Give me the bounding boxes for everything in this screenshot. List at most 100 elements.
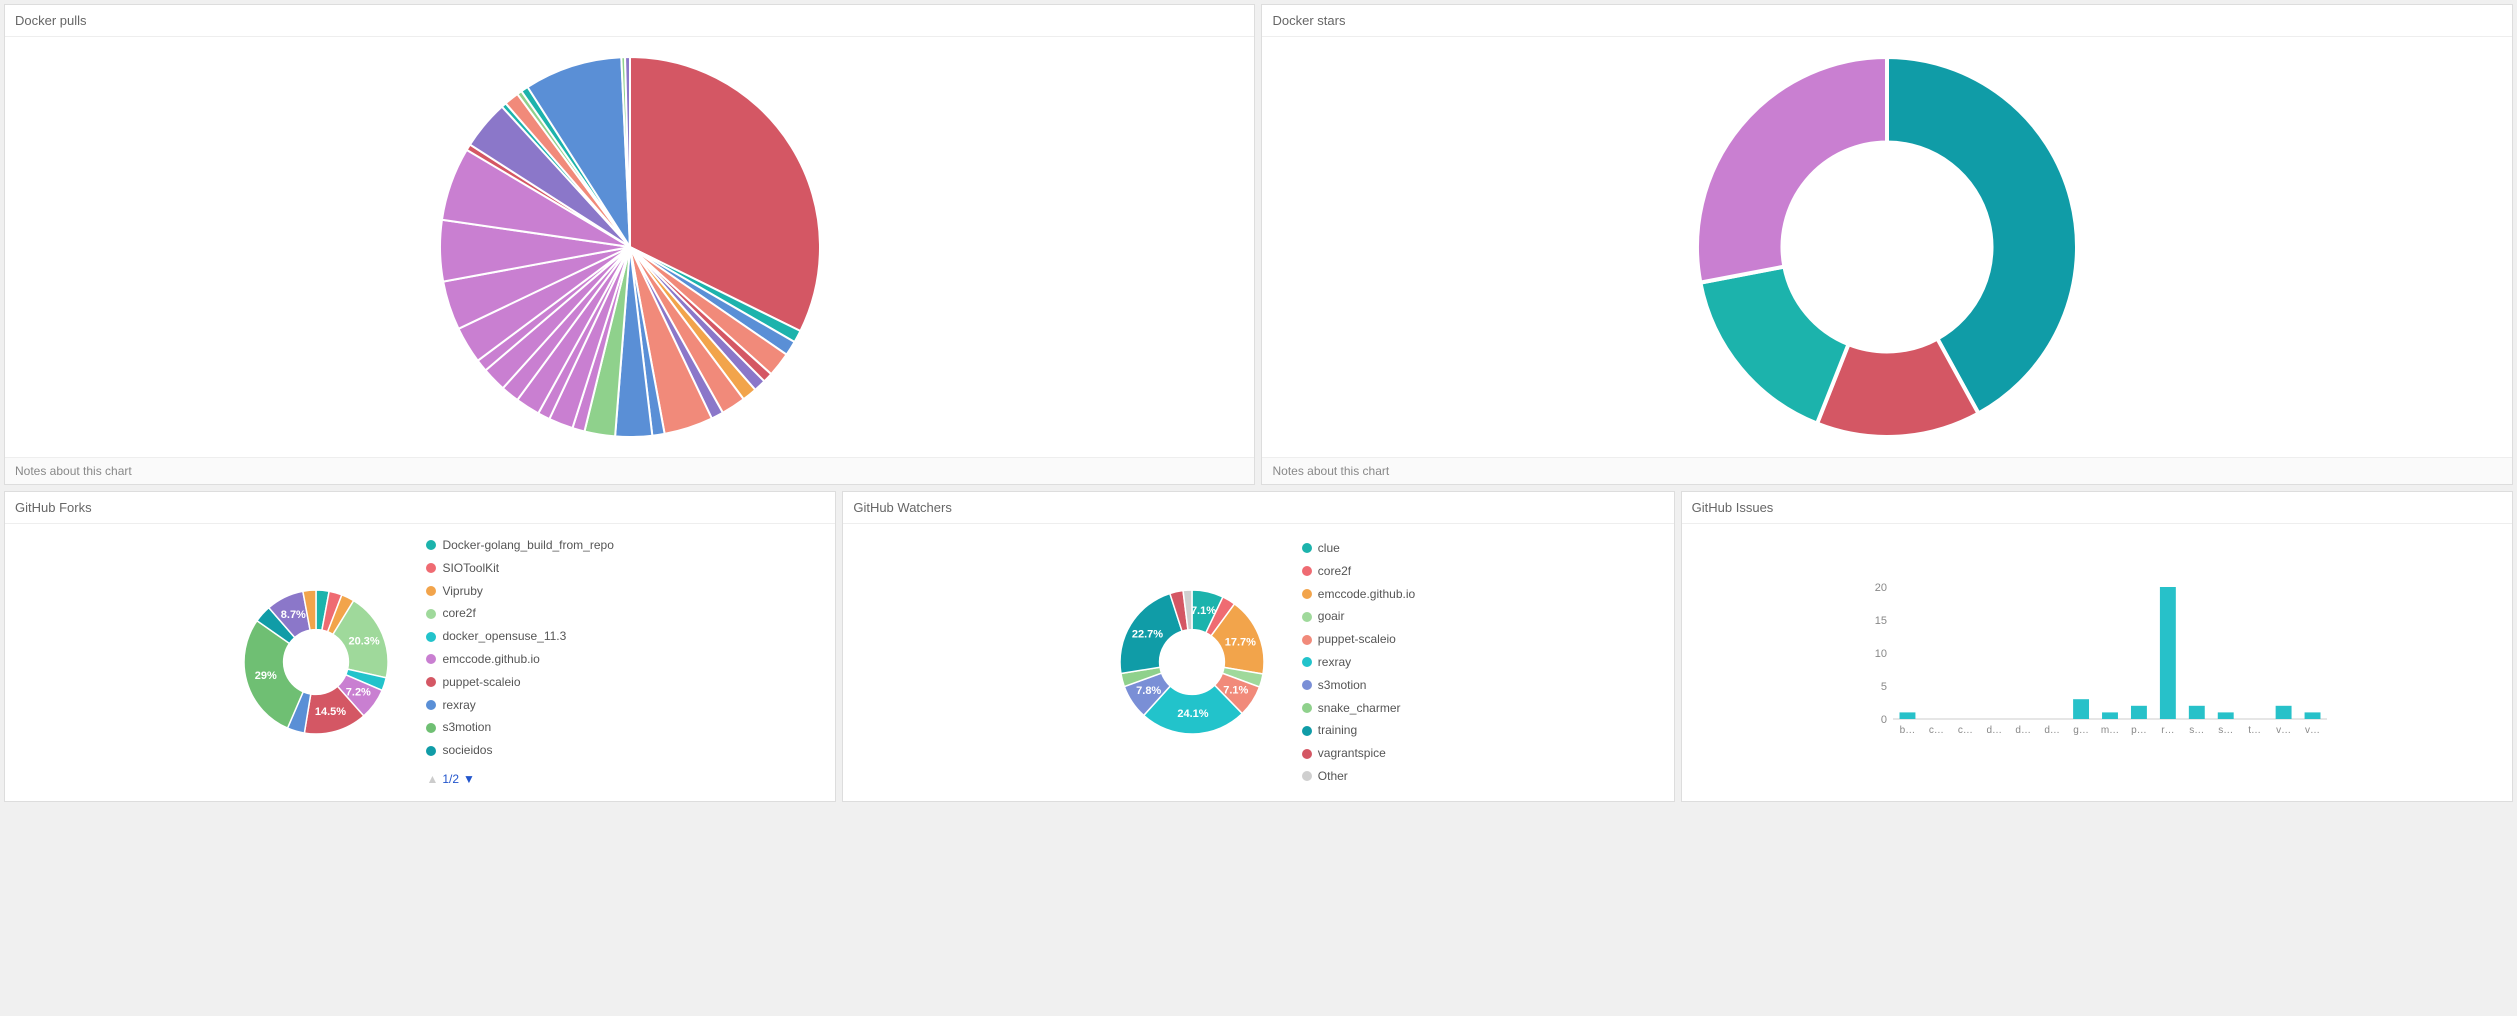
- panel-github-issues: GitHub Issues 05101520b…c…c…d…d…d…g…m…p……: [1681, 491, 2513, 802]
- legend-github-forks: Docker-golang_build_from_repoSIOToolKitV…: [426, 534, 613, 791]
- legend-label: training: [1318, 719, 1357, 742]
- legend-swatch: [426, 586, 436, 596]
- legend-item[interactable]: s3motion: [426, 716, 613, 739]
- legend-item[interactable]: Docker-golang_build_from_repo: [426, 534, 613, 557]
- svg-text:d…: d…: [2044, 725, 2060, 736]
- svg-text:14.5%: 14.5%: [315, 706, 346, 718]
- bar[interactable]: [1899, 713, 1915, 720]
- legend-swatch: [1302, 589, 1312, 599]
- legend-item[interactable]: Other: [1302, 765, 1415, 788]
- panel-title: Docker stars: [1262, 5, 2512, 37]
- chart-area[interactable]: [1262, 37, 2512, 457]
- legend-item[interactable]: Vipruby: [426, 580, 613, 603]
- bar[interactable]: [2102, 713, 2118, 720]
- pager-prev-icon[interactable]: ▲: [426, 768, 438, 791]
- legend-swatch: [426, 723, 436, 733]
- bar[interactable]: [2131, 706, 2147, 719]
- svg-text:s…: s…: [2218, 725, 2233, 736]
- svg-text:p…: p…: [2131, 725, 2147, 736]
- svg-text:7.2%: 7.2%: [346, 687, 371, 699]
- legend-swatch: [1302, 612, 1312, 622]
- legend-label: Vipruby: [442, 580, 482, 603]
- panel-footer: Notes about this chart: [5, 457, 1254, 484]
- panel-github-watchers: GitHub Watchers 7.1%17.7%7.1%24.1%7.8%22…: [842, 491, 1674, 802]
- chart-area[interactable]: 05101520b…c…c…d…d…d…g…m…p…r…s…s…t…v…v…: [1682, 524, 2512, 801]
- legend-label: goair: [1318, 605, 1345, 628]
- legend-item[interactable]: emccode.github.io: [426, 648, 613, 671]
- legend-item[interactable]: s3motion: [1302, 674, 1415, 697]
- panel-docker-stars: Docker stars Notes about this chart: [1261, 4, 2513, 485]
- legend-swatch: [1302, 543, 1312, 553]
- legend-github-watchers: cluecore2femccode.github.iogoairpuppet-s…: [1302, 537, 1415, 788]
- legend-item[interactable]: rexray: [1302, 651, 1415, 674]
- legend-label: SIOToolKit: [442, 557, 499, 580]
- legend-swatch: [1302, 635, 1312, 645]
- pie-chart-docker-pulls: [390, 47, 870, 447]
- bar-chart-github-issues: 05101520b…c…c…d…d…d…g…m…p…r…s…s…t…v…v…: [1857, 577, 2337, 747]
- legend-item[interactable]: SIOToolKit: [426, 557, 613, 580]
- legend-label: rexray: [442, 694, 475, 717]
- legend-item[interactable]: docker_opensuse_11.3: [426, 625, 613, 648]
- legend-item[interactable]: goair: [1302, 605, 1415, 628]
- svg-text:24.1%: 24.1%: [1177, 708, 1208, 720]
- svg-text:17.7%: 17.7%: [1225, 637, 1256, 649]
- bar[interactable]: [2160, 587, 2176, 719]
- panel-github-forks: GitHub Forks 20.3%7.2%14.5%29%8.7% Docke…: [4, 491, 836, 802]
- bar[interactable]: [2073, 700, 2089, 720]
- legend-pager: ▲1/2▼: [426, 768, 613, 791]
- legend-swatch: [426, 677, 436, 687]
- bar[interactable]: [2304, 713, 2320, 720]
- legend-swatch: [426, 609, 436, 619]
- legend-item[interactable]: core2f: [1302, 560, 1415, 583]
- panel-docker-pulls: Docker pulls Notes about this chart: [4, 4, 1255, 485]
- legend-item[interactable]: rexray: [426, 694, 613, 717]
- chart-area[interactable]: 20.3%7.2%14.5%29%8.7% Docker-golang_buil…: [5, 524, 835, 801]
- legend-swatch: [1302, 726, 1312, 736]
- donut-chart-github-watchers: 7.1%17.7%7.1%24.1%7.8%22.7%: [1102, 577, 1282, 747]
- svg-text:t…: t…: [2248, 725, 2261, 736]
- legend-label: emccode.github.io: [1318, 583, 1415, 606]
- panel-title: GitHub Issues: [1682, 492, 2512, 524]
- bar[interactable]: [2189, 706, 2205, 719]
- svg-text:20: 20: [1875, 582, 1887, 594]
- legend-item[interactable]: puppet-scaleio: [1302, 628, 1415, 651]
- legend-label: puppet-scaleio: [442, 671, 520, 694]
- svg-text:r…: r…: [2161, 725, 2174, 736]
- donut-chart-github-forks: 20.3%7.2%14.5%29%8.7%: [226, 577, 406, 747]
- legend-swatch: [426, 654, 436, 664]
- chart-area[interactable]: 7.1%17.7%7.1%24.1%7.8%22.7% cluecore2fem…: [843, 524, 1673, 801]
- legend-label: puppet-scaleio: [1318, 628, 1396, 651]
- legend-swatch: [1302, 566, 1312, 576]
- svg-text:5: 5: [1881, 681, 1887, 693]
- legend-label: clue: [1318, 537, 1340, 560]
- legend-item[interactable]: core2f: [426, 602, 613, 625]
- bar[interactable]: [2218, 713, 2234, 720]
- legend-swatch: [1302, 703, 1312, 713]
- legend-label: socieidos: [442, 739, 492, 762]
- svg-text:v…: v…: [2305, 725, 2320, 736]
- legend-item[interactable]: socieidos: [426, 739, 613, 762]
- svg-text:b…: b…: [1899, 725, 1915, 736]
- pager-next-icon[interactable]: ▼: [463, 768, 475, 791]
- pie-slice[interactable]: [1697, 57, 1887, 283]
- chart-area[interactable]: [5, 37, 1254, 457]
- svg-text:g…: g…: [2073, 725, 2089, 736]
- legend-item[interactable]: snake_charmer: [1302, 697, 1415, 720]
- svg-text:7.8%: 7.8%: [1136, 685, 1161, 697]
- legend-item[interactable]: training: [1302, 719, 1415, 742]
- svg-text:0: 0: [1881, 714, 1887, 726]
- legend-swatch: [1302, 657, 1312, 667]
- legend-item[interactable]: clue: [1302, 537, 1415, 560]
- svg-text:m…: m…: [2101, 725, 2119, 736]
- legend-item[interactable]: puppet-scaleio: [426, 671, 613, 694]
- legend-swatch: [426, 632, 436, 642]
- pie-slice[interactable]: [1701, 267, 1849, 424]
- legend-label: s3motion: [1318, 674, 1367, 697]
- legend-item[interactable]: vagrantspice: [1302, 742, 1415, 765]
- legend-label: Other: [1318, 765, 1348, 788]
- pager-page-label: 1/2: [442, 768, 459, 791]
- legend-item[interactable]: emccode.github.io: [1302, 583, 1415, 606]
- svg-text:29%: 29%: [255, 671, 277, 683]
- legend-label: docker_opensuse_11.3: [442, 625, 566, 648]
- bar[interactable]: [2275, 706, 2291, 719]
